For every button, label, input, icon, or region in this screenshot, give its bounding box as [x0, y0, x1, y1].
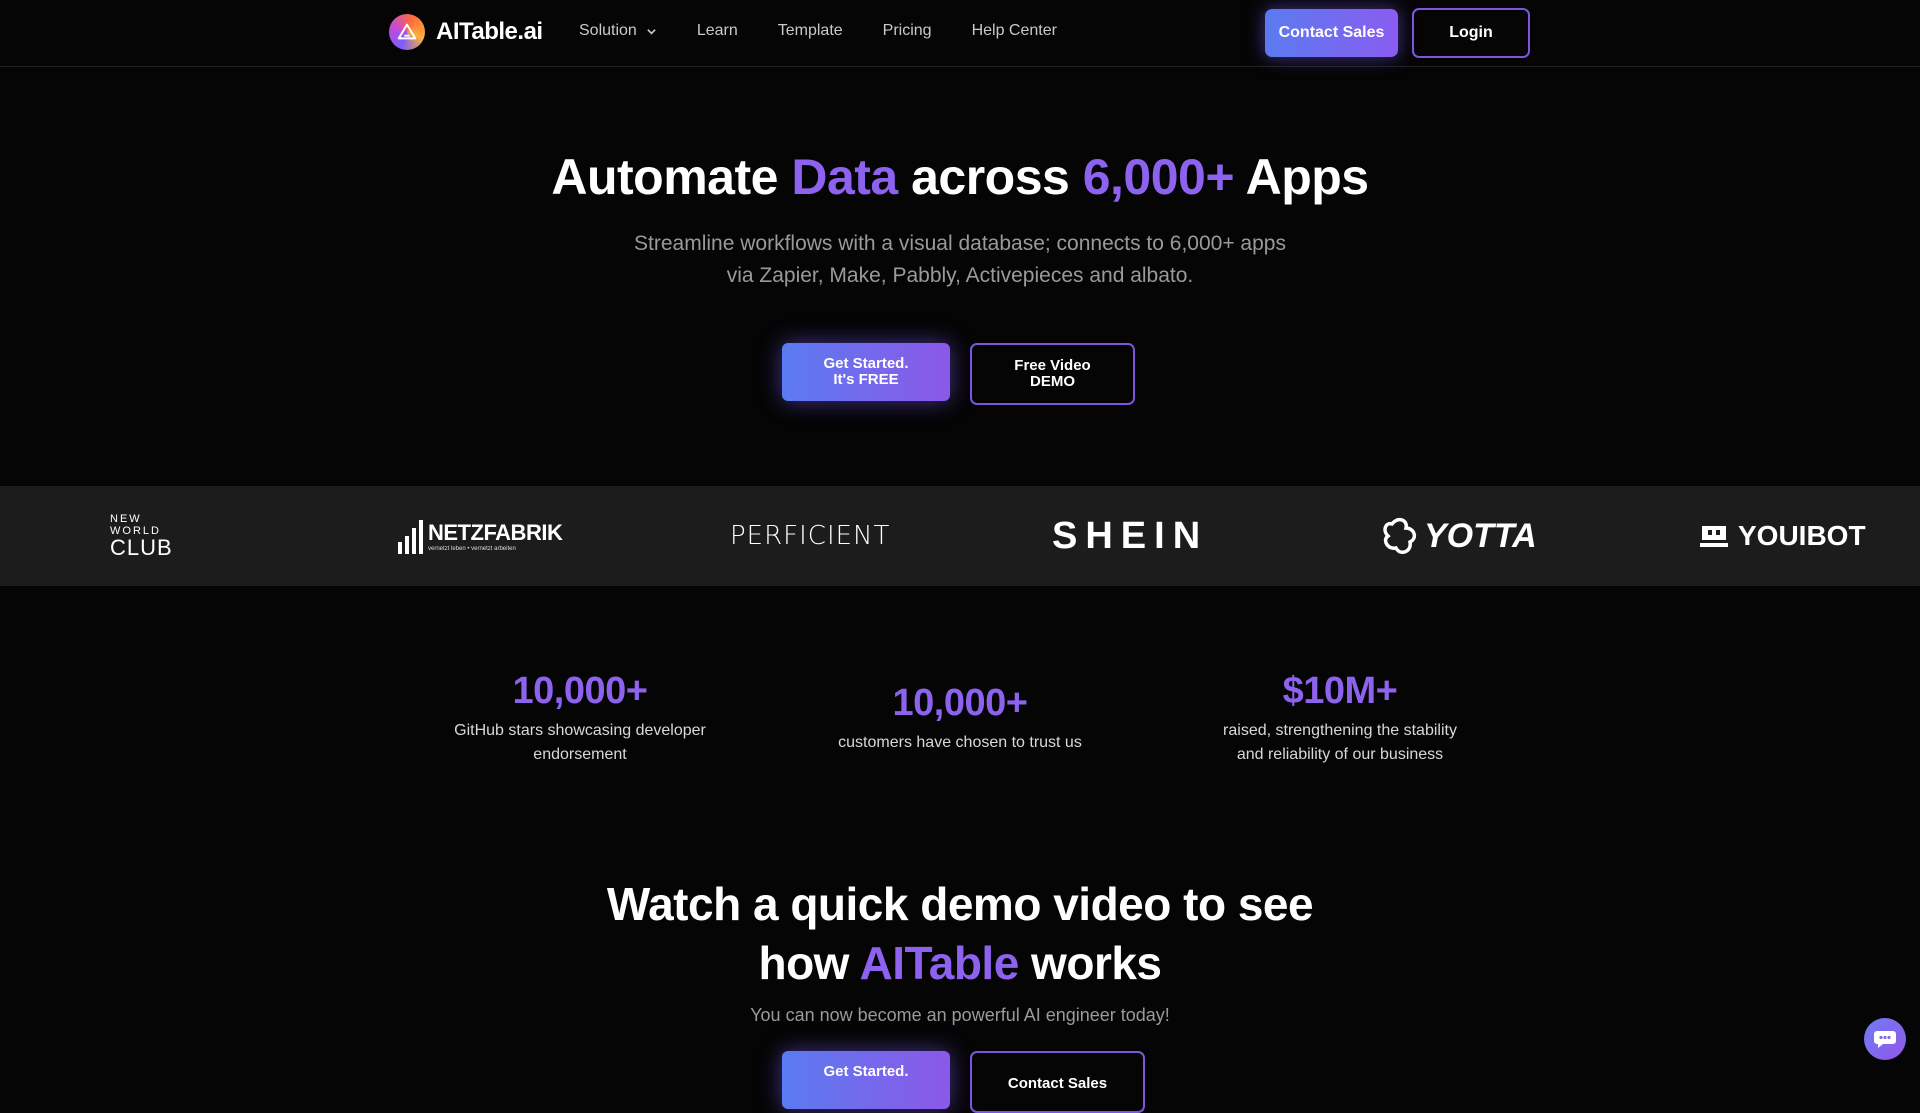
bars-icon [398, 518, 423, 554]
logo-text: YOUIBOT [1738, 520, 1866, 551]
button-label: DEMO [1030, 373, 1075, 390]
button-label: It's FREE [833, 371, 899, 388]
stat-value: $10M+ [1282, 670, 1398, 712]
hero-title-part: Automate [551, 149, 792, 205]
hero-subtitle-line: via Zapier, Make, Pabbly, Activepieces a… [726, 264, 1194, 287]
stat-description: customers have chosen to trust us [820, 731, 1100, 755]
stat-funding: $10M+ raised, strengthening the stabilit… [1200, 670, 1480, 767]
hero-title-part: across [897, 149, 1083, 205]
stat-github-stars: 10,000+ GitHub stars showcasing develope… [440, 670, 720, 767]
customer-logo-strip: NEW WORLD CLUB NETZFABRIK vernetzt leben… [0, 486, 1920, 586]
aitable-logo-icon [389, 14, 425, 50]
logo-text: CLUB [110, 535, 173, 560]
demo-title-line: Watch a quick demo video to see [606, 878, 1314, 930]
robot-icon [1700, 526, 1728, 547]
demo-title-part: works [1018, 937, 1162, 989]
demo-section-subtitle: You can now become an powerful AI engine… [750, 1005, 1170, 1025]
demo-title-part: how [758, 937, 860, 989]
logo-yotta: YOTTA [1378, 486, 1537, 586]
stat-description: raised, strengthening the stability and … [1200, 719, 1480, 767]
logo-text: NEW [110, 513, 142, 525]
nav-links: Solution Learn Template Pricing Help Cen… [579, 22, 1097, 40]
site-logo[interactable]: AITable.ai [389, 14, 543, 50]
stat-customers: 10,000+ customers have chosen to trust u… [820, 682, 1100, 755]
logo-text: NETZFABRIK [428, 520, 563, 545]
logo-text: YOTTA [1424, 516, 1537, 555]
nav-link-pricing[interactable]: Pricing [883, 22, 932, 40]
button-label: Get Started. [823, 355, 909, 372]
hero-title-accent-data: Data [791, 149, 898, 205]
stat-value: 10,000+ [892, 682, 1028, 724]
contact-sales-button[interactable]: Contact Sales [1265, 9, 1398, 57]
nav-link-template[interactable]: Template [778, 22, 843, 40]
stat-description: GitHub stars showcasing developer endors… [440, 719, 720, 767]
chevron-down-icon [647, 28, 656, 35]
logo-tagline: vernetzt leben • vernetzt arbeiten [428, 546, 516, 552]
stat-desc-line: endorsement [533, 746, 627, 763]
stat-desc-line: raised, strengthening the stability [1223, 722, 1457, 739]
chat-widget-button[interactable] [1864, 1018, 1906, 1060]
logo-shein: SHEIN [1052, 514, 1209, 557]
free-video-demo-button[interactable]: Free Video DEMO [970, 343, 1135, 405]
stat-value: 10,000+ [512, 670, 648, 712]
demo-title-accent: AITable [859, 937, 1020, 989]
stat-desc-line: GitHub stars showcasing developer [454, 722, 706, 739]
stat-desc-line: and reliability of our business [1236, 746, 1444, 763]
top-navbar: AITable.ai Solution Learn Template Prici… [0, 0, 1920, 67]
login-button[interactable]: Login [1412, 8, 1530, 58]
contact-sales-button-2[interactable]: Contact Sales [970, 1051, 1145, 1113]
hero-subtitle: Streamline workflows with a visual datab… [560, 228, 1360, 292]
logo-perficient: PERFICIENT [730, 521, 891, 551]
demo-title-line: how AITable works [0, 934, 1920, 993]
brand-name: AITable.ai [436, 18, 543, 45]
button-label: Free Video [1014, 357, 1091, 374]
get-started-free-button[interactable]: Get Started. It's FREE [782, 343, 950, 401]
logo-netzfabrik: NETZFABRIK vernetzt leben • vernetzt arb… [398, 486, 563, 586]
nav-link-help-center[interactable]: Help Center [972, 22, 1057, 40]
logo-new-world-club: NEW WORLD CLUB [110, 486, 173, 586]
stat-desc-line: customers have chosen to trust us [838, 734, 1082, 751]
nav-link-solution[interactable]: Solution [579, 22, 657, 40]
hero-subtitle-line: Streamline workflows with a visual datab… [634, 232, 1286, 255]
chat-bubble-icon [1874, 1031, 1896, 1048]
demo-section-title: Watch a quick demo video to see how AITa… [0, 875, 1920, 993]
get-started-button-2[interactable]: Get Started. [782, 1051, 950, 1109]
hero-title-accent-count: 6,000+ [1082, 149, 1235, 205]
yotta-mark-icon [1383, 517, 1417, 554]
hero-title: Automate Data across 6,000+ Apps [0, 148, 1920, 206]
logo-youibot: YOUIBOT [1700, 486, 1866, 586]
hero-title-part: Apps [1234, 149, 1370, 205]
nav-link-label: Solution [579, 22, 637, 39]
nav-link-learn[interactable]: Learn [697, 22, 738, 40]
